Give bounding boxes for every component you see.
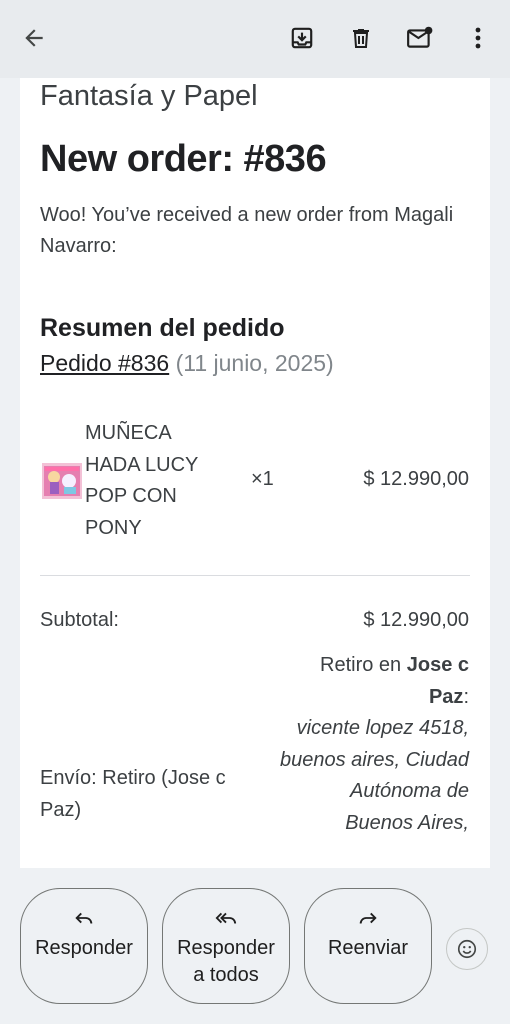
shipping-prefix: Retiro en bbox=[320, 654, 407, 676]
forward-icon bbox=[357, 907, 379, 929]
forward-label: Reenviar bbox=[327, 937, 409, 959]
order-line: Pedido #836 (11 junio, 2025) bbox=[40, 350, 334, 377]
summary-heading: Resumen del pedido bbox=[40, 314, 285, 342]
more-vert-icon[interactable] bbox=[460, 20, 496, 56]
top-app-bar bbox=[0, 0, 510, 78]
emoji-smile-icon[interactable] bbox=[446, 928, 488, 970]
reply-icon bbox=[73, 907, 95, 929]
mail-unread-icon[interactable] bbox=[402, 20, 438, 56]
reply-button[interactable]: Responder bbox=[20, 888, 148, 1004]
item-price: $ 12.990,00 bbox=[363, 468, 469, 490]
order-intro: Woo! You’ve received a new order from Ma… bbox=[40, 204, 454, 257]
reply-all-icon bbox=[214, 907, 238, 929]
shipping-colon: : bbox=[463, 685, 469, 708]
item-name: MUÑECA HADA LUCY POP CON PONY bbox=[85, 422, 199, 539]
subtotal-label: Subtotal: bbox=[40, 609, 119, 631]
arrow-back-icon[interactable] bbox=[16, 20, 52, 56]
order-link[interactable]: Pedido #836 bbox=[40, 350, 169, 376]
archive-icon[interactable] bbox=[284, 20, 320, 56]
subtotal-value: $ 12.990,00 bbox=[363, 609, 469, 631]
order-title: New order: #836 bbox=[40, 138, 327, 180]
reply-all-button[interactable]: Responder a todos bbox=[162, 888, 290, 1004]
reply-actions-bar: Responder Responder a todos Reenviar bbox=[0, 868, 510, 1024]
forward-button[interactable]: Reenviar bbox=[304, 888, 432, 1004]
email-body: Fantasía y Papel New order: #836 Woo! Yo… bbox=[20, 78, 490, 868]
store-name: Fantasía y Papel bbox=[40, 80, 258, 112]
order-date: (11 junio, 2025) bbox=[169, 350, 334, 376]
product-thumbnail[interactable] bbox=[42, 463, 82, 499]
item-quantity: ×1 bbox=[251, 468, 274, 490]
shipping-address: vicente lopez 4518, buenos aires, Ciudad… bbox=[279, 717, 469, 834]
trash-icon[interactable] bbox=[343, 20, 379, 56]
shipping-label: Envío: Retiro (Jose c Paz) bbox=[40, 767, 226, 821]
shipping-detail: Retiro en Jose c Paz: vicente lopez 4518,… bbox=[279, 650, 469, 839]
shipping-place: Jose c Paz bbox=[406, 654, 469, 708]
reply-label: Responder bbox=[35, 937, 133, 959]
reply-all-label: Responder a todos bbox=[177, 937, 275, 986]
divider bbox=[40, 575, 470, 576]
